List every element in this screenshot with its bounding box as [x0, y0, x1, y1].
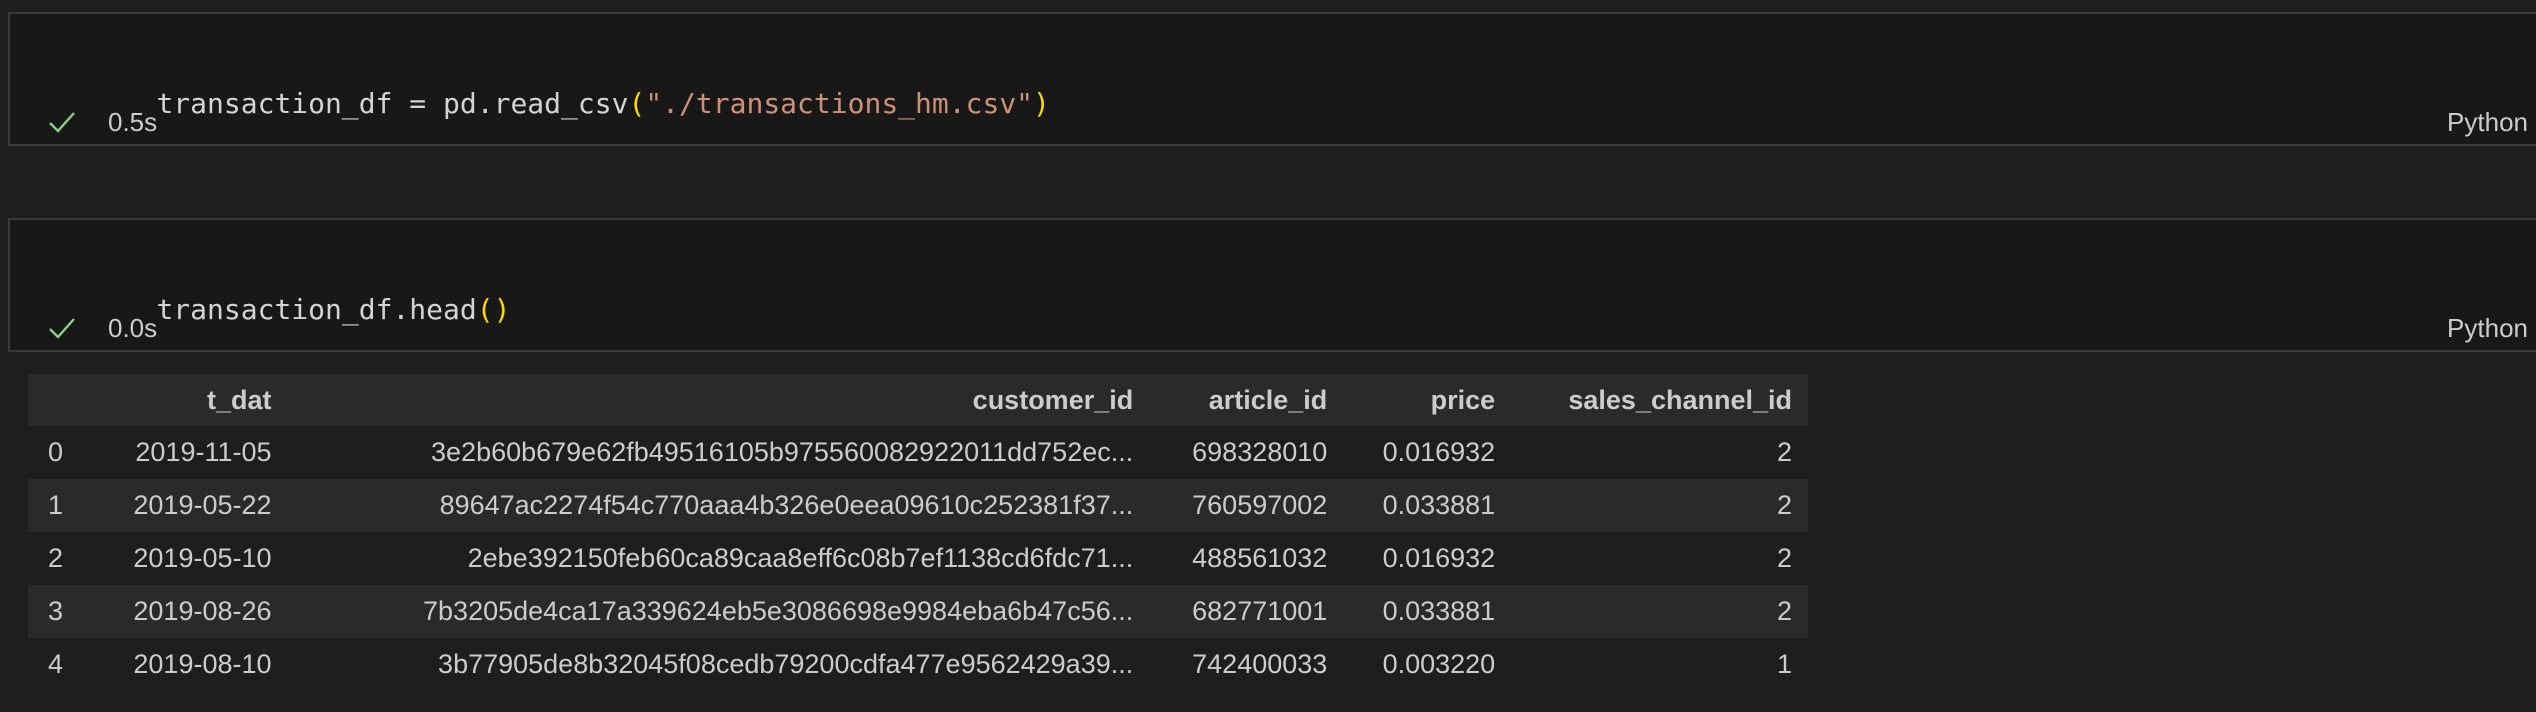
- column-header-t-dat: t_dat: [90, 374, 288, 426]
- execution-time: 0.5s: [108, 107, 158, 137]
- cell-price: 0.016932: [1343, 426, 1512, 479]
- table-row: 1 2019-05-22 89647ac2274f54c770aaa4b326e…: [28, 479, 1808, 532]
- cell-article-id: 488561032: [1149, 532, 1344, 585]
- column-header-customer-id: customer_id: [287, 374, 1150, 426]
- code-cell-2[interactable]: transaction_df.head() 0.0s Python: [8, 218, 2536, 352]
- cell-sales-channel-id: 1: [1511, 638, 1808, 691]
- index-column-header: [28, 374, 90, 426]
- cell-customer-id: 3b77905de8b32045f08cedb79200cdfa477e9562…: [287, 638, 1150, 691]
- language-selector[interactable]: Python: [2447, 312, 2528, 344]
- row-index: 0: [28, 426, 90, 479]
- cell-customer-id: 2ebe392150feb60ca89caa8eff6c08b7ef1138cd…: [287, 532, 1150, 585]
- row-index: 1: [28, 479, 90, 532]
- cell-article-id: 760597002: [1149, 479, 1344, 532]
- table-row: 0 2019-11-05 3e2b60b679e62fb49516105b975…: [28, 426, 1808, 479]
- cell-article-id: 682771001: [1149, 585, 1344, 638]
- column-header-article-id: article_id: [1149, 374, 1344, 426]
- cell-customer-id: 89647ac2274f54c770aaa4b326e0eea09610c252…: [287, 479, 1150, 532]
- cell-customer-id: 7b3205de4ca17a339624eb5e3086698e9984eba6…: [287, 585, 1150, 638]
- check-icon: [49, 318, 75, 339]
- row-index: 4: [28, 638, 90, 691]
- row-index: 2: [28, 532, 90, 585]
- cell-t-dat: 2019-08-26: [90, 585, 288, 638]
- table-header-row: t_dat customer_id article_id price sales…: [28, 374, 1808, 426]
- cell-price: 0.033881: [1343, 585, 1512, 638]
- cell-t-dat: 2019-05-22: [90, 479, 288, 532]
- check-icon: [49, 112, 75, 133]
- table-row: 3 2019-08-26 7b3205de4ca17a339624eb5e308…: [28, 585, 1808, 638]
- cell-article-id: 698328010: [1149, 426, 1344, 479]
- cell-customer-id: 3e2b60b679e62fb49516105b975560082922011d…: [287, 426, 1150, 479]
- row-index: 3: [28, 585, 90, 638]
- code-cell-1[interactable]: transaction_df = pd.read_csv("./transact…: [8, 12, 2536, 146]
- table-row: 2 2019-05-10 2ebe392150feb60ca89caa8eff6…: [28, 532, 1808, 585]
- column-header-sales-channel-id: sales_channel_id: [1511, 374, 1808, 426]
- table-row: 4 2019-08-10 3b77905de8b32045f08cedb7920…: [28, 638, 1808, 691]
- cell-sales-channel-id: 2: [1511, 426, 1808, 479]
- cell-status-bar: 0.0s Python: [10, 308, 2536, 348]
- cell-t-dat: 2019-05-10: [90, 532, 288, 585]
- cell-t-dat: 2019-08-10: [90, 638, 288, 691]
- dataframe-output-table: t_dat customer_id article_id price sales…: [28, 374, 1808, 691]
- cell-price: 0.003220: [1343, 638, 1512, 691]
- cell-t-dat: 2019-11-05: [90, 426, 288, 479]
- execution-time: 0.0s: [108, 313, 158, 343]
- cell-article-id: 742400033: [1149, 638, 1344, 691]
- cell-status-bar: 0.5s Python: [10, 102, 2536, 142]
- cell-price: 0.016932: [1343, 532, 1512, 585]
- cell-sales-channel-id: 2: [1511, 479, 1808, 532]
- cell-sales-channel-id: 2: [1511, 532, 1808, 585]
- cell-sales-channel-id: 2: [1511, 585, 1808, 638]
- column-header-price: price: [1343, 374, 1512, 426]
- cell-price: 0.033881: [1343, 479, 1512, 532]
- language-selector[interactable]: Python: [2447, 106, 2528, 138]
